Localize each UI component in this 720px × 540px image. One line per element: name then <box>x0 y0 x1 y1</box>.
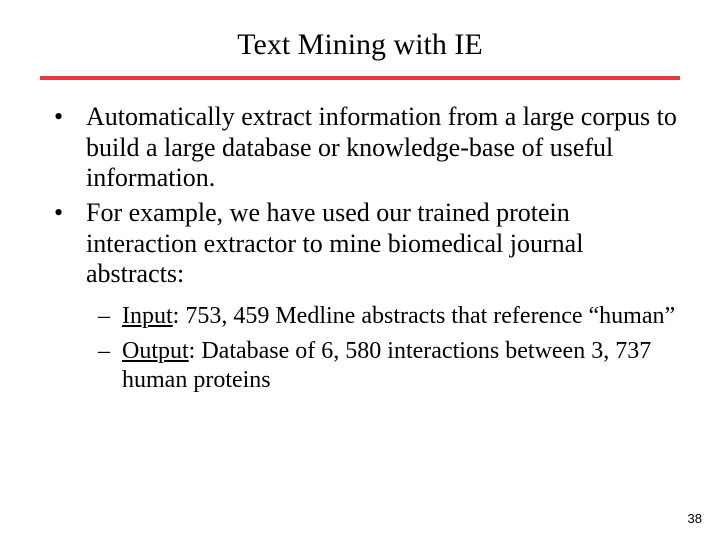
sub-bullet-text: : 753, 459 Medline abstracts that refere… <box>173 303 675 329</box>
bullet-item: Automatically extract information from a… <box>44 102 680 194</box>
sub-bullet-label: Output <box>122 338 189 364</box>
bullet-list: Automatically extract information from a… <box>40 102 680 290</box>
sub-bullet-item: Output: Database of 6, 580 interactions … <box>96 337 680 395</box>
bullet-item: For example, we have used our trained pr… <box>44 198 680 290</box>
sub-bullet-list: Input: 753, 459 Medline abstracts that r… <box>40 302 680 394</box>
title-underline <box>40 76 680 80</box>
slide-title: Text Mining with IE <box>40 28 680 62</box>
sub-bullet-text: : Database of 6, 580 interactions betwee… <box>122 338 651 393</box>
sub-bullet-label: Input <box>122 303 173 329</box>
sub-bullet-item: Input: 753, 459 Medline abstracts that r… <box>96 302 680 331</box>
page-number: 38 <box>688 511 702 526</box>
